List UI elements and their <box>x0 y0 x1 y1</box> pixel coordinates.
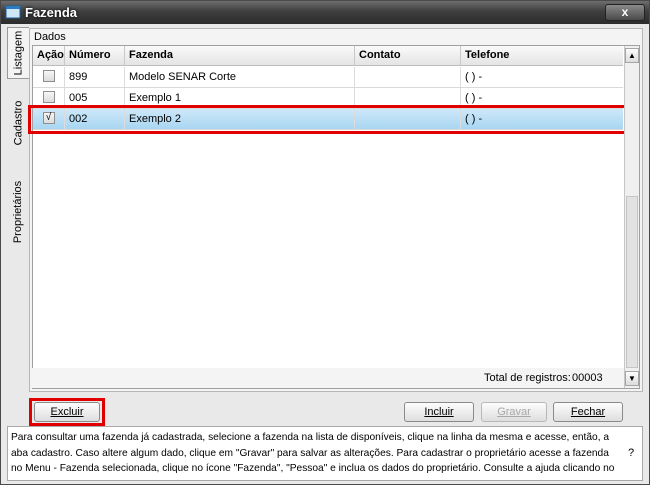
fazenda-cell: Modelo SENAR Corte <box>125 67 355 87</box>
table-header: Ação Número Fazenda Contato Telefone <box>33 46 623 66</box>
row-checkbox[interactable] <box>42 70 55 82</box>
fazenda-cell: Exemplo 1 <box>125 88 355 108</box>
fazendas-table: Ação Número Fazenda Contato Telefone 899… <box>28 45 640 389</box>
table-scrollbar[interactable]: ▲ ▼ <box>624 46 639 388</box>
contato-cell <box>355 88 461 108</box>
row-checkbox-checked[interactable]: √ <box>42 112 55 124</box>
tab-proprietarios[interactable]: Proprietários <box>7 177 29 247</box>
table-row-selected[interactable]: √ 002 Exemplo 2 ( ) - <box>33 109 623 130</box>
row-action-cell <box>33 67 65 87</box>
telefone-cell: ( ) - <box>465 71 483 83</box>
total-records-label: Total de registros: <box>484 372 571 384</box>
table-row[interactable]: 899 Modelo SENAR Corte ( ) - <box>33 67 623 88</box>
telefone-cell: ( ) - <box>465 113 483 125</box>
row-checkbox[interactable] <box>42 91 55 103</box>
dados-label: Dados <box>34 31 66 43</box>
incluir-button-label: Incluir <box>424 406 454 418</box>
side-tabs: Listagem Cadastro Proprietários <box>7 27 29 387</box>
listagem-panel: Dados Ação Número Fazenda Contato Telefo… <box>28 28 643 392</box>
scroll-down-icon[interactable]: ▼ <box>625 371 639 386</box>
column-header-telefone[interactable]: Telefone <box>461 46 623 66</box>
contato-cell <box>355 109 461 129</box>
scrollbar-thumb[interactable] <box>626 196 638 368</box>
tab-cadastro-label: Cadastro <box>12 100 25 146</box>
column-header-fazenda[interactable]: Fazenda <box>125 46 355 66</box>
window-app-icon <box>5 5 21 19</box>
tab-listagem[interactable]: Listagem <box>7 27 29 79</box>
tab-proprietarios-label: Proprietários <box>12 180 25 244</box>
excluir-button[interactable]: Excluir <box>34 402 100 422</box>
contato-cell <box>355 67 461 87</box>
column-header-acao[interactable]: Ação <box>33 46 65 66</box>
tab-listagem-label: Listagem <box>12 30 25 76</box>
fazenda-window: Fazenda x Listagem Cadastro Proprietário… <box>0 0 650 485</box>
fechar-button-label: Fechar <box>570 406 606 418</box>
numero-cell: 899 <box>65 67 125 87</box>
column-header-contato[interactable]: Contato <box>355 46 461 66</box>
tab-cadastro[interactable]: Cadastro <box>7 97 29 149</box>
close-window-button[interactable]: x <box>605 4 645 21</box>
window-title: Fazenda <box>25 5 78 20</box>
total-records-bar: Total de registros: 00003 <box>32 368 624 388</box>
numero-cell: 005 <box>65 88 125 108</box>
table-row[interactable]: 005 Exemplo 1 ( ) - <box>33 88 623 109</box>
row-action-cell <box>33 88 65 108</box>
incluir-button[interactable]: Incluir <box>404 402 474 422</box>
scroll-up-icon[interactable]: ▲ <box>625 48 639 63</box>
total-records-value: 00003 <box>572 372 603 384</box>
column-header-numero[interactable]: Número <box>65 46 125 66</box>
fechar-button[interactable]: Fechar <box>553 402 623 422</box>
help-text: Para consultar uma fazenda já cadastrada… <box>11 432 615 474</box>
numero-cell: 002 <box>65 109 125 129</box>
help-question-mark[interactable]: ? <box>628 447 634 459</box>
fazenda-cell: Exemplo 2 <box>125 109 355 129</box>
row-action-cell: √ <box>33 109 65 129</box>
gravar-button[interactable]: Gravar <box>481 402 547 422</box>
help-text-box: Para consultar uma fazenda já cadastrada… <box>7 426 643 481</box>
excluir-button-label: Excluir <box>50 406 84 418</box>
gravar-button-label: Gravar <box>497 406 531 418</box>
telefone-cell: ( ) - <box>465 92 483 104</box>
title-bar: Fazenda x <box>1 1 649 24</box>
